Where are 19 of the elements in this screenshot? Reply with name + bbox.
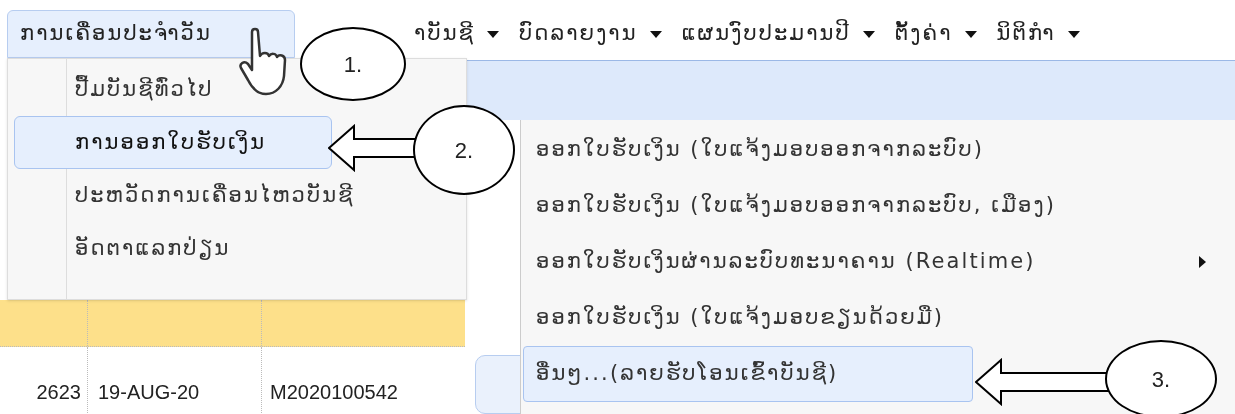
table-cell-text: M2020100542 — [270, 380, 398, 405]
menu-item[interactable]: ປະຫວັດການເຄື່ອນໄຫວບັນຊີ — [14, 169, 366, 222]
arrow-icon — [975, 358, 1110, 406]
menu-item[interactable]: ບົດລາຍງານ — [512, 10, 669, 58]
menu-item[interactable]: ແຜນງົບປະມານປີ — [674, 10, 882, 58]
menu-item[interactable]: ຕັ້ງຄ່າ — [887, 10, 984, 58]
menu-item[interactable]: ປື້ມບັນຊີທົ່ວໄປ — [14, 63, 225, 116]
menu-item[interactable]: ອອກໃບຮັບເງິນ (ໃບແຈ້ງມອບອອກຈາກລະບົບ, ເມືອງ) — [523, 178, 1231, 234]
table-cell-text: 2623 — [36, 380, 81, 405]
menu-item[interactable]: ອື່ນໆ...(ລາຍຮັບໂອນເຂົ້າບັນຊີ) — [523, 346, 973, 402]
menu-item[interactable]: ອອກໃບຮັບເງິນຜ່ານລະບົບທະນາຄານ (Realtime) — [523, 234, 1231, 290]
menu-item[interactable]: ການອອກໃບຮັບເງິນ — [14, 116, 332, 169]
menu-item[interactable]: າບັນຊີ — [407, 10, 507, 58]
table-cell-text: 19-AUG-20 — [98, 380, 200, 405]
menu-item[interactable]: ອອກໃບຮັບເງິນ (ໃບແຈ້ງມອບອອກຈາກລະບົບ) — [523, 122, 1231, 178]
menu-item[interactable]: ອັດຕາແລກປ່ຽນ — [14, 222, 242, 275]
callout-number: 1. — [300, 27, 406, 101]
menu-item[interactable]: ການເຄື່ອນປະຈຳວັນ — [7, 10, 295, 58]
menu-item[interactable]: ນິຕິກຳ — [989, 10, 1087, 58]
